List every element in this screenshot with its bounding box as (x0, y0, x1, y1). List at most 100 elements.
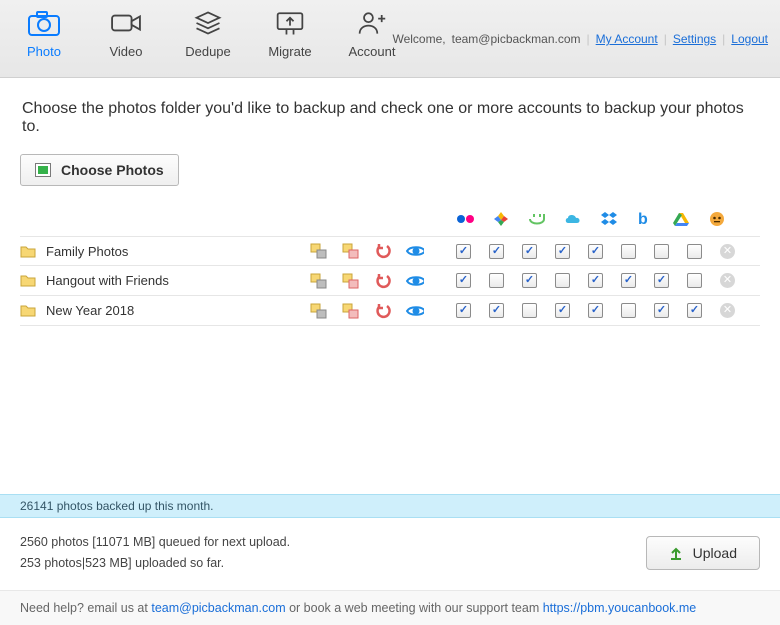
undo-icon[interactable] (374, 243, 392, 259)
user-email: team@picbackman.com (452, 32, 581, 46)
copy-red-icon[interactable] (342, 243, 360, 259)
migrate-icon (273, 8, 307, 38)
folder-name: New Year 2018 (46, 303, 134, 318)
google-drive-icon (672, 210, 690, 228)
flickr-icon (456, 210, 474, 228)
choose-photos-button[interactable]: Choose Photos (20, 154, 179, 186)
tab-label: Migrate (268, 44, 311, 59)
upload-arrow-icon (669, 546, 683, 560)
folder-icon (20, 245, 36, 258)
service-checkbox-smugmug[interactable] (522, 303, 537, 318)
copy-icon[interactable] (310, 303, 328, 319)
service-checkbox-box[interactable] (621, 303, 636, 318)
remove-row-icon[interactable]: ✕ (720, 303, 735, 318)
skydrive-icon (564, 210, 582, 228)
copy-icon[interactable] (310, 273, 328, 289)
copy-icon[interactable] (310, 243, 328, 259)
main-area: Choose the photos folder you'd like to b… (0, 78, 780, 326)
tab-label: Account (349, 44, 396, 59)
service-checkbox-skydrive[interactable] (555, 244, 570, 259)
folders-table: b Family Photos✕Hangout with Friends✕New… (20, 204, 760, 326)
service-checkbox-dropbox[interactable] (588, 244, 603, 259)
camera-icon (27, 8, 61, 38)
choose-photos-label: Choose Photos (61, 162, 164, 178)
service-checkbox-dropbox[interactable] (588, 303, 603, 318)
smugmug-icon (528, 210, 546, 228)
queue-text: 2560 photos [11071 MB] queued for next u… (20, 532, 290, 575)
main-toolbar: Photo Video Dedupe (0, 0, 780, 78)
upload-status-area: 2560 photos [11071 MB] queued for next u… (0, 518, 780, 592)
instruction-text: Choose the photos folder you'd like to b… (20, 78, 760, 154)
service-checkbox-google[interactable] (489, 244, 504, 259)
logout-link[interactable]: Logout (731, 32, 768, 46)
service-checkbox-picmonkey[interactable] (687, 303, 702, 318)
tab-dedupe[interactable]: Dedupe (178, 8, 238, 59)
service-checkbox-picmonkey[interactable] (687, 244, 702, 259)
undo-icon[interactable] (374, 273, 392, 289)
toolbar-tabs: Photo Video Dedupe (14, 0, 402, 59)
picture-icon (35, 163, 51, 177)
service-checkbox-box[interactable] (621, 244, 636, 259)
tab-migrate[interactable]: Migrate (260, 8, 320, 59)
service-checkbox-skydrive[interactable] (555, 273, 570, 288)
remove-row-icon[interactable]: ✕ (720, 244, 735, 259)
service-checkbox-google[interactable] (489, 273, 504, 288)
service-checkbox-flickr[interactable] (456, 244, 471, 259)
table-row: Hangout with Friends ✕ (20, 266, 760, 296)
service-checkbox-dropbox[interactable] (588, 273, 603, 288)
service-checkbox-box[interactable] (621, 273, 636, 288)
tab-label: Dedupe (185, 44, 231, 59)
upload-label: Upload (693, 545, 737, 561)
footer: 26141 photos backed up this month. 2560 … (0, 494, 780, 625)
google-photos-icon (492, 210, 510, 228)
help-url-link[interactable]: https://pbm.youcanbook.me (543, 601, 697, 615)
folder-icon (20, 304, 36, 317)
eye-icon[interactable] (406, 303, 424, 319)
video-icon (109, 8, 143, 38)
tab-label: Photo (27, 44, 61, 59)
service-header: b (20, 204, 760, 236)
service-checkbox-flickr[interactable] (456, 303, 471, 318)
help-bar: Need help? email us at team@picbackman.c… (0, 591, 780, 625)
folder-icon (20, 274, 36, 287)
service-checkbox-drive[interactable] (654, 273, 669, 288)
folder-name: Family Photos (46, 244, 128, 259)
queue-line: 2560 photos [11071 MB] queued for next u… (20, 532, 290, 553)
welcome-text: Welcome, (392, 32, 445, 46)
service-checkbox-flickr[interactable] (456, 273, 471, 288)
copy-red-icon[interactable] (342, 273, 360, 289)
service-checkbox-smugmug[interactable] (522, 244, 537, 259)
settings-link[interactable]: Settings (673, 32, 716, 46)
svg-text:b: b (638, 211, 648, 227)
folder-name: Hangout with Friends (46, 273, 169, 288)
copy-red-icon[interactable] (342, 303, 360, 319)
tab-video[interactable]: Video (96, 8, 156, 59)
service-checkbox-google[interactable] (489, 303, 504, 318)
upload-button[interactable]: Upload (646, 536, 760, 570)
tab-photo[interactable]: Photo (14, 8, 74, 59)
layers-icon (191, 8, 225, 38)
help-mid: or book a web meeting with our support t… (289, 601, 543, 615)
table-row: New Year 2018 ✕ (20, 296, 760, 326)
pic-icon (708, 210, 726, 228)
service-checkbox-picmonkey[interactable] (687, 273, 702, 288)
help-prefix: Need help? email us at (20, 601, 151, 615)
my-account-link[interactable]: My Account (596, 32, 658, 46)
box-icon: b (636, 210, 654, 228)
service-checkbox-drive[interactable] (654, 244, 669, 259)
tab-label: Video (109, 44, 142, 59)
help-email-link[interactable]: team@picbackman.com (151, 601, 285, 615)
uploaded-line: 253 photos|523 MB] uploaded so far. (20, 553, 290, 574)
undo-icon[interactable] (374, 303, 392, 319)
eye-icon[interactable] (406, 273, 424, 289)
remove-row-icon[interactable]: ✕ (720, 273, 735, 288)
eye-icon[interactable] (406, 243, 424, 259)
month-status-bar: 26141 photos backed up this month. (0, 494, 780, 518)
table-row: Family Photos ✕ (20, 236, 760, 266)
dropbox-icon (600, 210, 618, 228)
service-checkbox-skydrive[interactable] (555, 303, 570, 318)
top-right-links: Welcome, team@picbackman.com | My Accoun… (392, 32, 768, 46)
service-checkbox-smugmug[interactable] (522, 273, 537, 288)
account-icon (355, 8, 389, 38)
service-checkbox-drive[interactable] (654, 303, 669, 318)
